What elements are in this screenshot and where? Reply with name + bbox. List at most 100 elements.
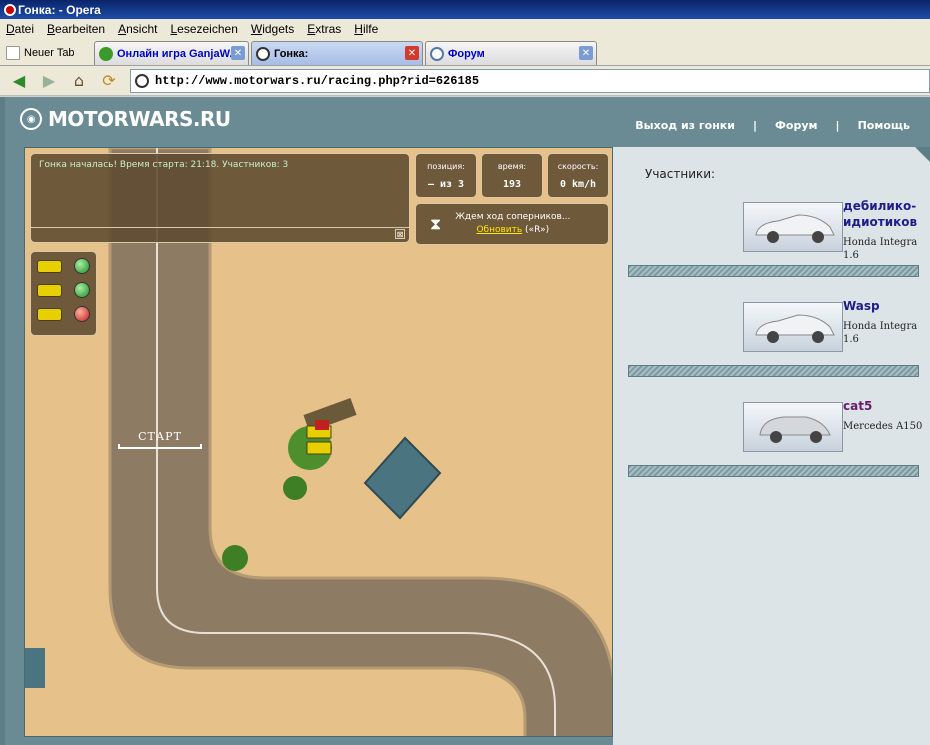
car-icon [755, 214, 835, 243]
reload-icon[interactable]: ⟳ [98, 70, 120, 92]
stat-speed-label: скорость: [557, 162, 599, 171]
page: ◉ MOTORWARS.RU Выход из гонки | Форум | … [0, 97, 930, 745]
refresh-key-hint: («R») [525, 225, 550, 235]
participant-name[interactable]: дебилико-идиотиков [843, 198, 929, 230]
participant-name[interactable]: Wasp [843, 298, 929, 314]
panel-corner [915, 147, 930, 165]
nav-forum[interactable]: Форум [775, 119, 818, 132]
divider [628, 465, 919, 477]
red-light-icon [74, 306, 90, 322]
opera-logo-icon [4, 3, 16, 16]
menu-hilfe[interactable]: Hilfe [348, 22, 385, 36]
race-info-text: Гонка началась! Время старта: 21:18. Уча… [39, 160, 289, 170]
window-title: Гонка: - Opera [18, 2, 101, 17]
motorwars-icon [135, 74, 149, 88]
player-status-lights [30, 251, 97, 336]
stat-time: время: 193 [481, 153, 543, 198]
stat-speed-value: 0 km/h [559, 179, 597, 190]
green-light-icon [74, 282, 90, 298]
top-nav: Выход из гонки | Форум | Помощь [635, 119, 910, 132]
resize-icon[interactable]: ⊠ [395, 229, 405, 239]
car-image [743, 402, 843, 452]
url-input[interactable]: http://www.motorwars.ru/racing.php?rid=6… [130, 69, 930, 93]
start-line [118, 444, 202, 449]
home-icon[interactable]: ⌂ [68, 70, 90, 92]
nav-help[interactable]: Помощь [858, 119, 910, 132]
divider [31, 227, 409, 228]
menu-widgets[interactable]: Widgets [245, 22, 301, 36]
close-icon[interactable]: ✕ [231, 46, 245, 60]
car-icon [37, 283, 63, 297]
tab-race[interactable]: Гонка: ✕ [251, 41, 423, 65]
stat-time-label: время: [497, 162, 527, 171]
car-icon [37, 307, 63, 321]
bush [283, 476, 307, 500]
bush [222, 545, 248, 571]
start-label: СТАРТ [138, 430, 182, 443]
participant-name[interactable]: cat5 [843, 398, 929, 414]
page-frame: ◉ MOTORWARS.RU Выход из гонки | Форум | … [5, 97, 930, 745]
back-icon[interactable]: ◀ [8, 70, 30, 92]
menu-lesezeichen[interactable]: Lesezeichen [164, 22, 244, 36]
site-logo-text: MOTORWARS.RU [48, 107, 231, 131]
tab-race-label: Гонка: [274, 47, 309, 60]
car-image [743, 202, 843, 252]
refresh-link[interactable]: Обновить [476, 225, 522, 235]
stat-position-value: – из 3 [427, 179, 465, 190]
url-text: http://www.motorwars.ru/racing.php?rid=6… [155, 74, 480, 88]
participant-car-model: Honda Integra 1.6 [843, 321, 918, 345]
waiting-text: Ждем ход соперников... [455, 212, 571, 222]
participant-car-model: Honda Integra 1.6 [843, 237, 918, 261]
tab-forum[interactable]: Форум ✕ [425, 41, 597, 65]
car [315, 420, 329, 430]
car-icon [759, 416, 831, 443]
menu-extras[interactable]: Extras [301, 22, 348, 36]
car-image [743, 302, 843, 352]
divider [628, 365, 919, 377]
light-row [37, 306, 90, 322]
nav-separator: | [835, 119, 840, 132]
menu-bar: Datei Bearbeiten Ansicht Lesezeichen Wid… [0, 19, 930, 39]
forward-icon[interactable]: ▶ [38, 70, 60, 92]
close-icon[interactable]: ✕ [579, 46, 593, 60]
stat-position: позиция: – из 3 [415, 153, 477, 198]
window-title-bar: Гонка: - Opera [0, 0, 930, 19]
building [25, 648, 45, 688]
participant-2[interactable]: Wasp Honda Integra 1.6 [743, 299, 930, 362]
menu-bearbeiten[interactable]: Bearbeiten [41, 22, 112, 36]
tab-ganjawars[interactable]: Онлайн игра GanjaW... ✕ [94, 41, 249, 65]
stat-speed: скорость: 0 km/h [547, 153, 609, 198]
participant-car-model: Mercedes A150 [843, 421, 923, 432]
race-track[interactable]: Гонка началась! Время старта: 21:18. Уча… [24, 147, 613, 737]
divider [628, 265, 919, 277]
light-row [37, 282, 90, 298]
participants-panel: Участники: дебилико-идиотиков Honda Inte… [613, 147, 930, 745]
page-icon [6, 46, 20, 60]
nav-separator: | [752, 119, 758, 132]
globe-icon [430, 46, 444, 61]
tab-ganjawars-label: Онлайн игра GanjaW... [117, 47, 239, 60]
green-light-icon [74, 258, 90, 274]
tab-forum-label: Форум [448, 47, 485, 60]
tab-new-label: Neuer Tab [24, 47, 75, 59]
car-icon [755, 314, 835, 343]
motorwars-icon [256, 46, 270, 61]
close-icon[interactable]: ✕ [405, 46, 419, 60]
participants-title: Участники: [645, 167, 716, 181]
car [306, 441, 332, 455]
logo-badge-icon: ◉ [20, 108, 42, 130]
menu-datei[interactable]: Datei [0, 22, 41, 36]
stat-time-value: 193 [502, 179, 522, 190]
site-logo[interactable]: ◉ MOTORWARS.RU [20, 107, 231, 131]
stat-position-label: позиция: [427, 162, 465, 171]
menu-ansicht[interactable]: Ansicht [112, 22, 164, 36]
nav-leave-race[interactable]: Выход из гонки [635, 119, 735, 132]
car-icon [37, 259, 63, 273]
participant-3[interactable]: cat5 Mercedes A150 [743, 399, 930, 462]
hourglass-icon: ⧗ [430, 214, 442, 233]
participant-1[interactable]: дебилико-идиотиков Honda Integra 1.6 [743, 199, 930, 262]
tab-new[interactable]: Neuer Tab [2, 41, 92, 65]
address-bar: ◀ ▶ ⌂ ⟳ http://www.motorwars.ru/racing.p… [0, 66, 930, 96]
light-row [37, 258, 90, 274]
waiting-text-block: Ждем ход соперников... Обновить («R») [455, 211, 570, 237]
